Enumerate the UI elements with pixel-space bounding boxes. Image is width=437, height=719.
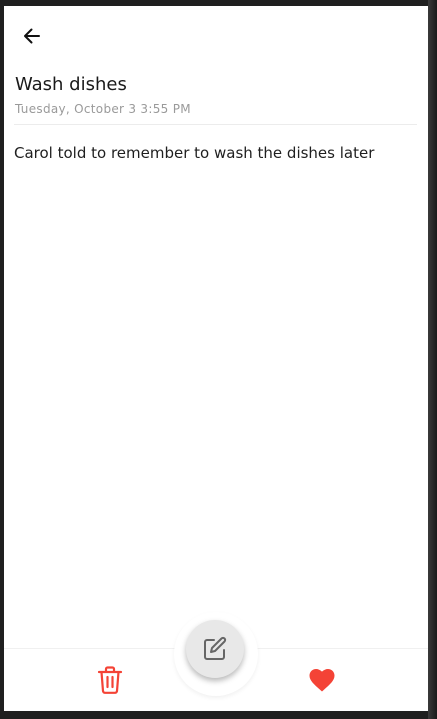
edit-note-button[interactable] bbox=[186, 620, 244, 678]
device-edge bbox=[428, 0, 437, 719]
back-button[interactable] bbox=[18, 22, 46, 50]
note-title: Wash dishes bbox=[15, 74, 127, 95]
favorite-button[interactable] bbox=[306, 664, 338, 696]
delete-note-button[interactable] bbox=[94, 664, 126, 696]
heart-icon bbox=[309, 669, 335, 692]
edit-icon bbox=[204, 636, 227, 660]
trash-icon bbox=[97, 666, 123, 694]
note-date: Tuesday, October 3 3:55 PM bbox=[15, 102, 191, 116]
title-divider bbox=[14, 124, 417, 125]
arrow-left-icon bbox=[24, 28, 40, 44]
note-body: Carol told to remember to wash the dishe… bbox=[14, 144, 375, 162]
note-detail-screen: Wash dishes Tuesday, October 3 3:55 PM C… bbox=[4, 6, 428, 711]
